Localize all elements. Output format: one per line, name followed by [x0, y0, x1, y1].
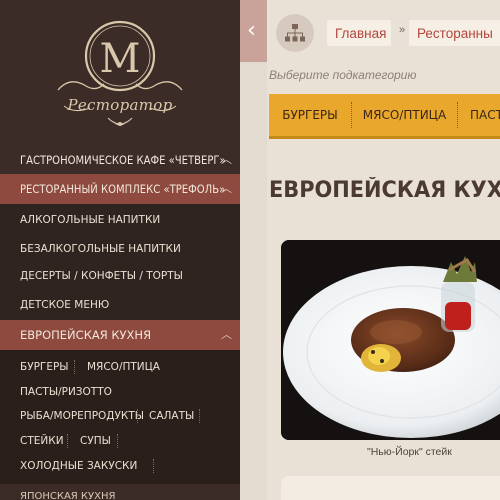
tab-meat-poultry[interactable]: МЯСО/ПТИЦА: [352, 94, 457, 136]
sidebar-item-european-cuisine[interactable]: ЕВРОПЕЙСКАЯ КУХНЯ ︿: [0, 320, 240, 350]
sidebar-item-label: ЯПОНСКАЯ КУХНЯ: [20, 491, 116, 500]
sidebar-item-label: ЕВРОПЕЙСКАЯ КУХНЯ: [20, 328, 152, 342]
sidebar: М Ресторатор ГАСТРОНОМИЧЕСКОЕ КАФЕ «ЧЕТВ…: [0, 0, 240, 500]
sidebar-subitem-desserts[interactable]: ДЕСЕРТЫ / КОНФЕТЫ / ТОРТЫ: [0, 265, 240, 287]
dish-caption: "Нью-Йорк" стейк: [367, 446, 452, 458]
sidebar-item-label: ГАСТРОНОМИЧЕСКОЕ КАФЕ «ЧЕТВЕРГ»: [20, 153, 226, 167]
subcategory-tabs: БУРГЕРЫ МЯСО/ПТИЦА ПАСТ: [269, 94, 500, 139]
sidebar-gutter: [240, 62, 267, 500]
subcategory-prompt: Выберите подкатегорию: [269, 68, 417, 82]
breadcrumb-home[interactable]: Главная: [327, 20, 391, 46]
sidebar-subitem-label: БЕЗАЛКОГОЛЬНЫЕ НАПИТКИ: [20, 243, 181, 255]
tag-cold-appetizers[interactable]: ХОЛОДНЫЕ ЗАКУСКИ: [20, 460, 137, 472]
tag-meat-poultry[interactable]: МЯСО/ПТИЦА: [87, 361, 160, 373]
dish-photo: [281, 240, 500, 440]
main-content: Главная » Ресторанны Выберите подкатегор…: [267, 0, 500, 500]
dish-card[interactable]: [281, 240, 500, 440]
svg-text:М: М: [100, 36, 141, 82]
sidebar-item-cafe-chetverg[interactable]: ГАСТРОНОМИЧЕСКОЕ КАФЕ «ЧЕТВЕРГ» ︿: [0, 147, 240, 173]
sitemap-icon: [285, 24, 305, 42]
tag-fish-seafood[interactable]: РЫБА/МОРЕПРОДУКТЫ: [20, 410, 144, 422]
logo-emblem: М: [57, 20, 183, 126]
chevron-up-icon[interactable]: ︿: [221, 326, 232, 342]
tag-separator: [199, 409, 200, 423]
chevron-up-icon[interactable]: ︿: [221, 151, 232, 167]
sidebar-subitem-kids-menu[interactable]: ДЕТСКОЕ МЕНЮ: [0, 294, 240, 316]
tag-separator: [137, 409, 138, 423]
dish-card-next[interactable]: [281, 476, 500, 500]
tag-separator: [117, 434, 118, 448]
logo-text: Ресторатор: [67, 96, 173, 114]
sidebar-item-trefol[interactable]: РЕСТОРАННЫЙ КОМПЛЕКС «ТРЕФОЛЬ» ︿: [0, 174, 240, 204]
breadcrumb-separator: »: [399, 24, 406, 36]
sitemap-button[interactable]: [276, 14, 314, 52]
sidebar-subitem-alcohol[interactable]: АЛКОГОЛЬНЫЕ НАПИТКИ: [0, 209, 240, 231]
tag-separator: [153, 459, 154, 473]
tag-soups[interactable]: СУПЫ: [80, 435, 111, 447]
sidebar-subitem-label: ДЕСЕРТЫ / КОНФЕТЫ / ТОРТЫ: [20, 270, 183, 282]
tag-salads[interactable]: САЛАТЫ: [149, 410, 194, 422]
chevron-left-icon: ‹: [247, 18, 256, 43]
sidebar-subitem-label: ДЕТСКОЕ МЕНЮ: [20, 299, 110, 311]
restaurant-logo[interactable]: М Ресторатор: [0, 0, 240, 140]
tab-burgers[interactable]: БУРГЕРЫ: [269, 94, 351, 136]
chevron-up-icon[interactable]: ︿: [221, 180, 232, 196]
sidebar-subitem-soft-drinks[interactable]: БЕЗАЛКОГОЛЬНЫЕ НАПИТКИ: [0, 238, 240, 260]
page-title: ЕВРОПЕЙСКАЯ КУХНЯ: [269, 178, 500, 203]
tag-separator: [74, 360, 75, 374]
tag-separator: [67, 434, 68, 448]
sidebar-item-label: РЕСТОРАННЫЙ КОМПЛЕКС «ТРЕФОЛЬ»: [20, 182, 226, 196]
sidebar-item-japanese-cuisine[interactable]: ЯПОНСКАЯ КУХНЯ: [0, 485, 240, 500]
tag-pasta-risotto[interactable]: ПАСТЫ/РИЗОТТО: [20, 386, 112, 398]
collapse-sidebar-button[interactable]: ‹: [240, 0, 267, 62]
tag-burgers[interactable]: БУРГЕРЫ: [20, 361, 69, 373]
subcategory-tag-list: БУРГЕРЫ МЯСО/ПТИЦА ПАСТЫ/РИЗОТТО РЫБА/МО…: [0, 350, 240, 484]
sidebar-subitem-label: АЛКОГОЛЬНЫЕ НАПИТКИ: [20, 214, 161, 226]
breadcrumb-current[interactable]: Ресторанны: [409, 20, 500, 46]
sidebar-submenu: АЛКОГОЛЬНЫЕ НАПИТКИ БЕЗАЛКОГОЛЬНЫЕ НАПИТ…: [0, 204, 240, 320]
tag-steaks[interactable]: СТЕЙКИ: [20, 435, 64, 447]
tab-pasta[interactable]: ПАСТ: [458, 94, 500, 136]
